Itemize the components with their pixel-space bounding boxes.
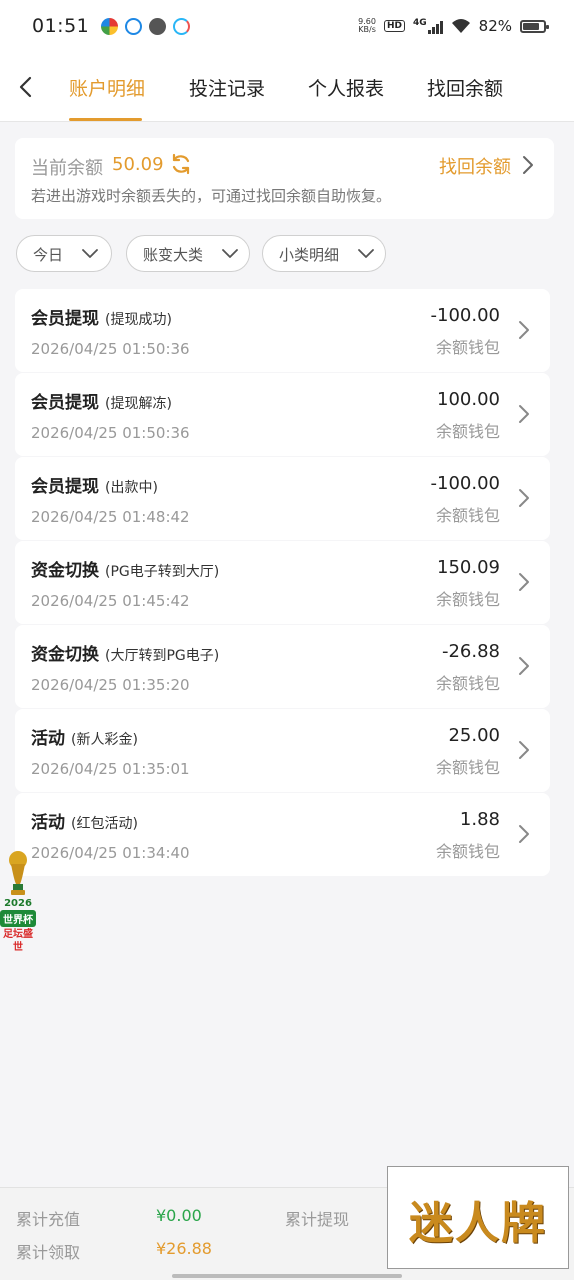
tab-bet-records[interactable]: 投注记录: [189, 74, 265, 101]
chevron-down-icon: [222, 249, 238, 258]
promo-year: 2026: [4, 898, 32, 909]
record-title: 活动 (新人彩金): [31, 729, 138, 749]
chevron-right-icon: [519, 405, 529, 423]
record-subtype: (提现解冻): [105, 396, 172, 412]
record-amount: 1.88: [459, 809, 500, 830]
record-amount: 150.09: [437, 557, 500, 578]
chevron-right-icon: [519, 825, 529, 843]
tab-account-details[interactable]: 账户明细: [69, 74, 145, 101]
balance-label: 当前余额: [31, 158, 103, 179]
record-row[interactable]: 活动 (新人彩金) 2026/04/25 01:35:01 25.00 余额钱包: [15, 709, 550, 792]
record-title: 资金切换 (PG电子转到大厅): [31, 561, 220, 581]
record-row[interactable]: 资金切换 (大厅转到PG电子) 2026/04/25 01:35:20 -26.8…: [15, 625, 550, 708]
battery-icon: [520, 19, 549, 33]
record-amount: -100.00: [430, 305, 500, 326]
balance-value: 50.09: [112, 154, 164, 175]
total-claim-label: 累计领取: [16, 1243, 81, 1262]
record-date: 2026/04/25 01:50:36: [31, 340, 190, 358]
recover-balance-link[interactable]: 找回余额: [439, 153, 511, 179]
watermark-overlay: 迷人牌: [387, 1166, 569, 1269]
signal-icon: 4G: [413, 18, 443, 34]
top-nav: 账户明细 投注记录 个人报表 找回余额: [0, 52, 574, 122]
balance-tip: 若进出游戏时余额丢失的，可通过找回余额自助恢复。: [31, 187, 392, 205]
record-wallet: 余额钱包: [435, 338, 500, 357]
filter-date-label: 今日: [33, 246, 64, 264]
chevron-right-icon: [519, 657, 529, 675]
total-recharge-label: 累计充值: [16, 1210, 81, 1229]
record-row[interactable]: 会员提现 (提现解冻) 2026/04/25 01:50:36 100.00 余额…: [15, 373, 550, 456]
record-amount: 100.00: [437, 389, 500, 410]
record-date: 2026/04/25 01:50:36: [31, 424, 190, 442]
hd-icon: HD: [383, 20, 405, 32]
check-circle-icon: [149, 17, 167, 35]
filter-date[interactable]: 今日: [16, 235, 112, 272]
balance-card: 当前余额 50.09 找回余额 若进出游戏时余额丢失的，可通过找回余额自助恢复。: [15, 138, 554, 219]
record-title: 资金切换 (大厅转到PG电子): [31, 645, 220, 665]
wifi-icon: [451, 19, 470, 33]
status-time: 01:51: [32, 15, 90, 37]
record-date: 2026/04/25 01:45:42: [31, 592, 190, 610]
chevron-right-icon: [519, 321, 529, 339]
record-amount: -26.88: [441, 641, 500, 662]
filter-category-label: 账变大类: [143, 246, 204, 264]
chevron-down-icon: [82, 249, 98, 258]
tab-personal-report[interactable]: 个人报表: [308, 74, 384, 101]
chevron-right-icon[interactable]: [522, 155, 534, 175]
record-title: 活动 (红包活动): [31, 813, 138, 833]
record-subtype: (PG电子转到大厅): [105, 564, 220, 580]
record-date: 2026/04/25 01:35:20: [31, 676, 190, 694]
record-wallet: 余额钱包: [435, 506, 500, 525]
record-wallet: 余额钱包: [435, 674, 500, 693]
record-row[interactable]: 会员提现 (出款中) 2026/04/25 01:48:42 -100.00 余额…: [15, 457, 550, 540]
world-cup-promo-badge[interactable]: 2026 世界杯 足坛盛世: [0, 850, 36, 965]
record-wallet: 余额钱包: [435, 590, 500, 609]
record-wallet: 余额钱包: [435, 758, 500, 777]
record-row[interactable]: 资金切换 (PG电子转到大厅) 2026/04/25 01:45:42 150.0…: [15, 541, 550, 624]
filter-subcategory[interactable]: 小类明细: [262, 235, 386, 272]
promo-name: 世界杯: [0, 910, 36, 927]
home-indicator[interactable]: [172, 1274, 402, 1278]
record-amount: 25.00: [448, 725, 500, 746]
battery-percent: 82%: [478, 17, 512, 35]
record-amount: -100.00: [430, 473, 500, 494]
app-notification-icon: [173, 17, 191, 35]
filter-category[interactable]: 账变大类: [126, 235, 250, 272]
record-subtype: (出款中): [105, 480, 158, 496]
trophy-icon: [9, 851, 27, 895]
record-date: 2026/04/25 01:35:01: [31, 760, 190, 778]
record-wallet: 余额钱包: [435, 422, 500, 441]
active-tab-indicator: [69, 118, 142, 121]
record-wallet: 余额钱包: [435, 842, 500, 861]
tab-recover-balance[interactable]: 找回余额: [427, 74, 503, 101]
chevron-right-icon: [519, 489, 529, 507]
app-notification-icon: [125, 17, 143, 35]
chevron-right-icon: [519, 573, 529, 591]
record-row[interactable]: 会员提现 (提现成功) 2026/04/25 01:50:36 -100.00 余…: [15, 289, 550, 372]
record-title: 会员提现 (提现成功): [31, 309, 172, 329]
record-title: 会员提现 (出款中): [31, 477, 158, 497]
total-recharge-value: ¥0.00: [156, 1206, 202, 1225]
record-subtype: (红包活动): [71, 816, 138, 832]
refresh-icon[interactable]: [169, 152, 193, 176]
record-subtype: (大厅转到PG电子): [105, 648, 220, 664]
app-notification-icon: [101, 17, 119, 35]
total-withdraw-label: 累计提现: [285, 1210, 350, 1229]
record-row[interactable]: 活动 (红包活动) 2026/04/25 01:34:40 1.88 余额钱包: [15, 793, 550, 876]
back-arrow-icon[interactable]: [16, 72, 36, 102]
chevron-down-icon: [358, 249, 374, 258]
record-date: 2026/04/25 01:34:40: [31, 844, 190, 862]
watermark-text: 迷人牌: [409, 1198, 547, 1249]
chevron-right-icon: [519, 741, 529, 759]
record-subtype: (新人彩金): [71, 732, 138, 748]
filter-subcategory-label: 小类明细: [279, 246, 340, 264]
record-title: 会员提现 (提现解冻): [31, 393, 172, 413]
record-date: 2026/04/25 01:48:42: [31, 508, 190, 526]
net-speed: 9.60 KB/s: [358, 17, 376, 34]
record-subtype: (提现成功): [105, 312, 172, 328]
notification-icons: [101, 17, 191, 35]
promo-slogan: 足坛盛世: [3, 929, 33, 953]
status-bar: 01:51 9.60 KB/s HD 4G 82%: [0, 0, 574, 52]
total-claim-value: ¥26.88: [156, 1239, 212, 1258]
